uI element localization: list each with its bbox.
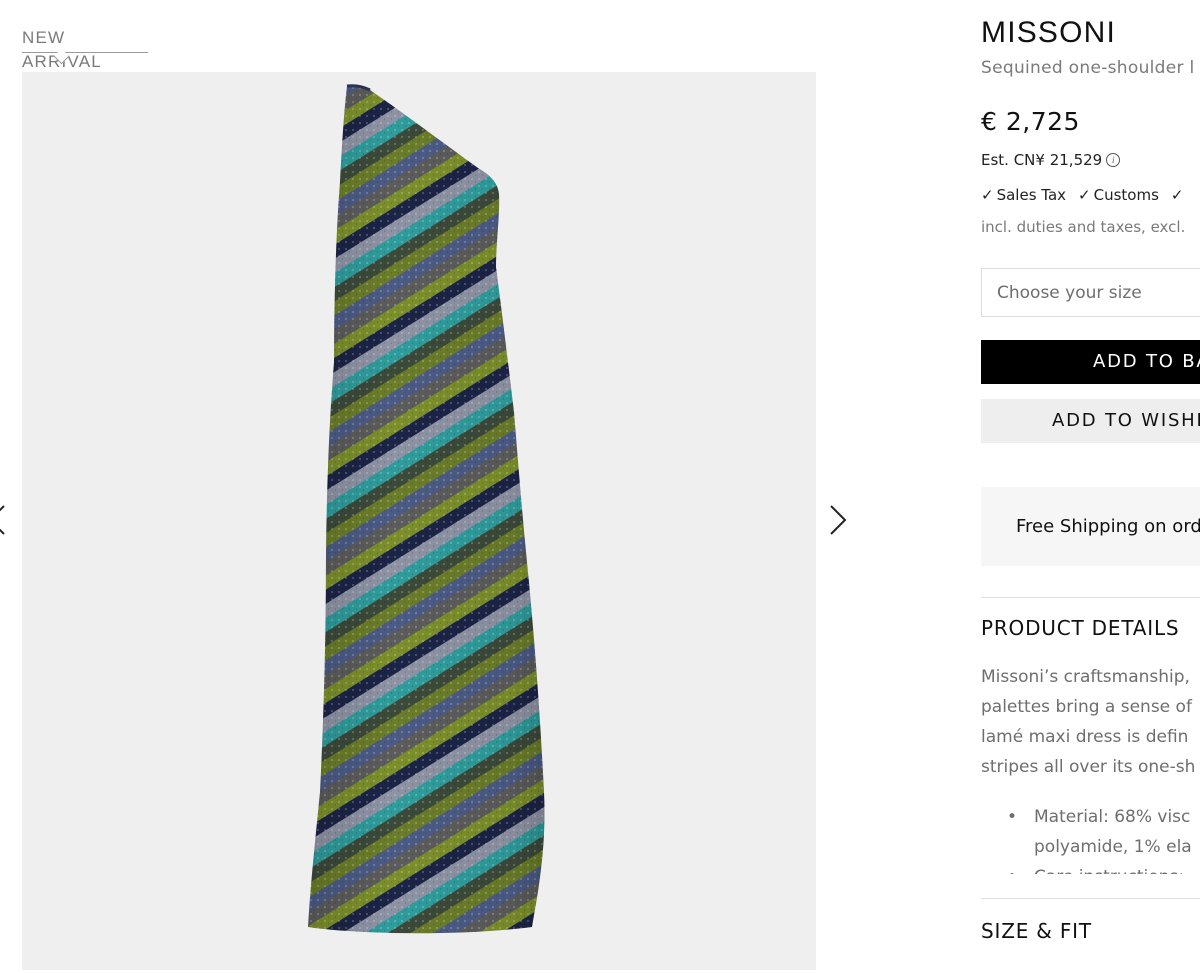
list-item-continuation: polyamide, 1% ela — [1034, 837, 1192, 857]
info-icon[interactable]: i — [1106, 153, 1121, 167]
add-to-wishlist-button[interactable]: ADD TO WISHL — [981, 399, 1200, 443]
product-info-panel: MISSONI Sequined one-shoulder l € 2,725 … — [981, 0, 1200, 970]
add-to-bag-button[interactable]: ADD TO BA — [981, 340, 1200, 384]
divider — [981, 898, 1200, 899]
tax-item-third: ✓ — [1171, 186, 1187, 204]
product-image — [308, 84, 545, 934]
product-details-heading[interactable]: PRODUCT DETAILS — [981, 616, 1179, 640]
tax-item-customs: ✓ Customs — [1078, 186, 1159, 204]
product-price: € 2,725 — [981, 107, 1080, 136]
divider — [981, 597, 1200, 598]
size-selector[interactable]: Choose your size — [981, 268, 1200, 317]
list-item: Material: 68% visc — [981, 802, 1200, 832]
check-icon: ✓ — [1170, 186, 1184, 204]
tax-inclusions: ✓ Sales Tax ✓ Customs ✓ — [981, 186, 1186, 204]
check-icon: ✓ — [981, 186, 994, 204]
shipping-text: Free Shipping on ord — [1016, 516, 1200, 537]
est-price-text: Est. CN¥ 21,529 — [981, 151, 1103, 169]
product-title: Sequined one-shoulder l — [981, 58, 1195, 78]
description-line: palettes bring a sense of — [981, 697, 1192, 717]
shipping-banner: Free Shipping on ord — [981, 487, 1200, 566]
estimated-local-price: Est. CN¥ 21,529 i — [981, 151, 1121, 169]
tax-item-sales-tax: ✓ Sales Tax — [981, 186, 1067, 204]
chevron-left-icon[interactable] — [0, 504, 10, 536]
description-line: Missoni’s craftsmanship, — [981, 667, 1190, 687]
duties-note: incl. duties and taxes, excl. — [981, 218, 1186, 236]
description-line: stripes all over its one-sh — [981, 757, 1196, 777]
size-fit-heading[interactable]: SIZE & FIT — [981, 919, 1092, 943]
product-description: Missoni’s craftsmanship, palettes bring … — [981, 662, 1200, 874]
details-bullet-list: Material: 68% visc polyamide, 1% ela Car… — [981, 802, 1200, 874]
product-image-gallery[interactable] — [22, 72, 816, 970]
chevron-right-icon[interactable] — [826, 504, 850, 536]
brand-name[interactable]: MISSONI — [981, 16, 1116, 50]
check-icon: ✓ — [1078, 186, 1091, 204]
new-arrival-badge: NEW ARRIVAL — [22, 26, 148, 71]
description-line: lamé maxi dress is defin — [981, 727, 1189, 747]
list-item: Care instructions: — [981, 862, 1200, 874]
